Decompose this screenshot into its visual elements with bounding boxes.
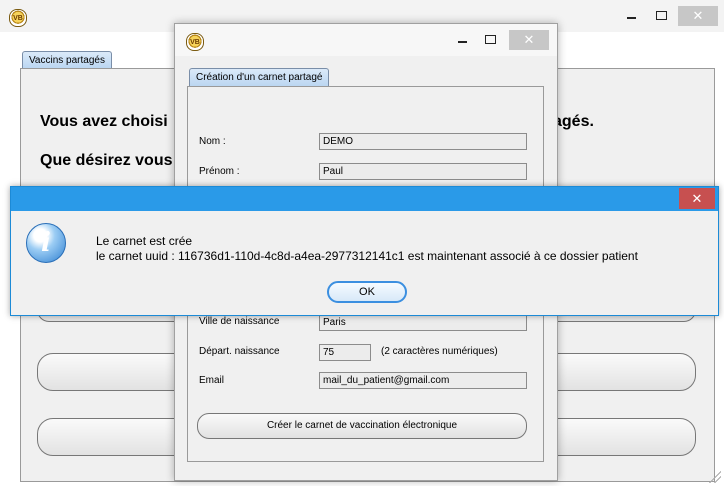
message-box-titlebar: ✕ xyxy=(11,187,718,211)
main-heading-right: agés. xyxy=(553,113,594,130)
create-carnet-button-label: Créer le carnet de vaccination électroni… xyxy=(266,420,458,431)
nom-label: Nom : xyxy=(199,136,226,147)
departement-hint: (2 caractères numériques) xyxy=(381,346,498,357)
close-button[interactable]: ✕ xyxy=(678,6,718,26)
tab-vaccins-partages[interactable]: Vaccins partagés xyxy=(22,51,112,69)
dialog-titlebar: VB ✕ xyxy=(175,24,557,56)
maximize-button[interactable] xyxy=(650,6,672,24)
ok-button[interactable]: OK xyxy=(327,281,407,303)
dialog-maximize-button[interactable] xyxy=(479,30,501,48)
information-icon: i xyxy=(26,223,66,263)
ville-naissance-field[interactable]: Paris xyxy=(319,314,527,331)
dialog-minimize-button[interactable] xyxy=(451,30,473,48)
app-icon: VB xyxy=(9,9,27,27)
tab-creation-carnet-label: Création d'un carnet partagé xyxy=(196,72,323,83)
ok-button-label: OK xyxy=(359,286,375,298)
minimize-button[interactable] xyxy=(620,6,642,24)
email-label: Email xyxy=(199,375,225,386)
message-box: ✕ i Le carnet est crée le carnet uuid : … xyxy=(10,186,719,316)
ville-naissance-label: Ville de naissance xyxy=(199,316,280,327)
departement-field[interactable]: 75 xyxy=(319,344,371,361)
message-box-close-button[interactable]: ✕ xyxy=(679,188,715,209)
tab-creation-carnet[interactable]: Création d'un carnet partagé xyxy=(189,68,330,87)
message-line-1: Le carnet est crée xyxy=(96,234,193,248)
dialog-app-icon: VB xyxy=(186,33,204,51)
prenom-field[interactable]: Paul xyxy=(319,163,527,180)
create-carnet-button[interactable]: Créer le carnet de vaccination électroni… xyxy=(197,413,527,439)
main-subheading-left: Que désirez vous xyxy=(40,152,173,169)
nom-field[interactable]: DEMO xyxy=(319,133,527,150)
message-line-2: le carnet uuid : 116736d1-110d-4c8d-a4ea… xyxy=(96,249,638,263)
resize-grip[interactable] xyxy=(709,471,721,483)
prenom-label: Prénom : xyxy=(199,166,240,177)
dialog-close-button[interactable]: ✕ xyxy=(509,30,549,50)
email-field[interactable]: mail_du_patient@gmail.com xyxy=(319,372,527,389)
departement-label: Départ. naissance xyxy=(199,346,280,357)
tab-vaccins-partages-label: Vaccins partagés xyxy=(29,55,105,66)
main-heading-left: Vous avez choisi xyxy=(40,113,168,130)
